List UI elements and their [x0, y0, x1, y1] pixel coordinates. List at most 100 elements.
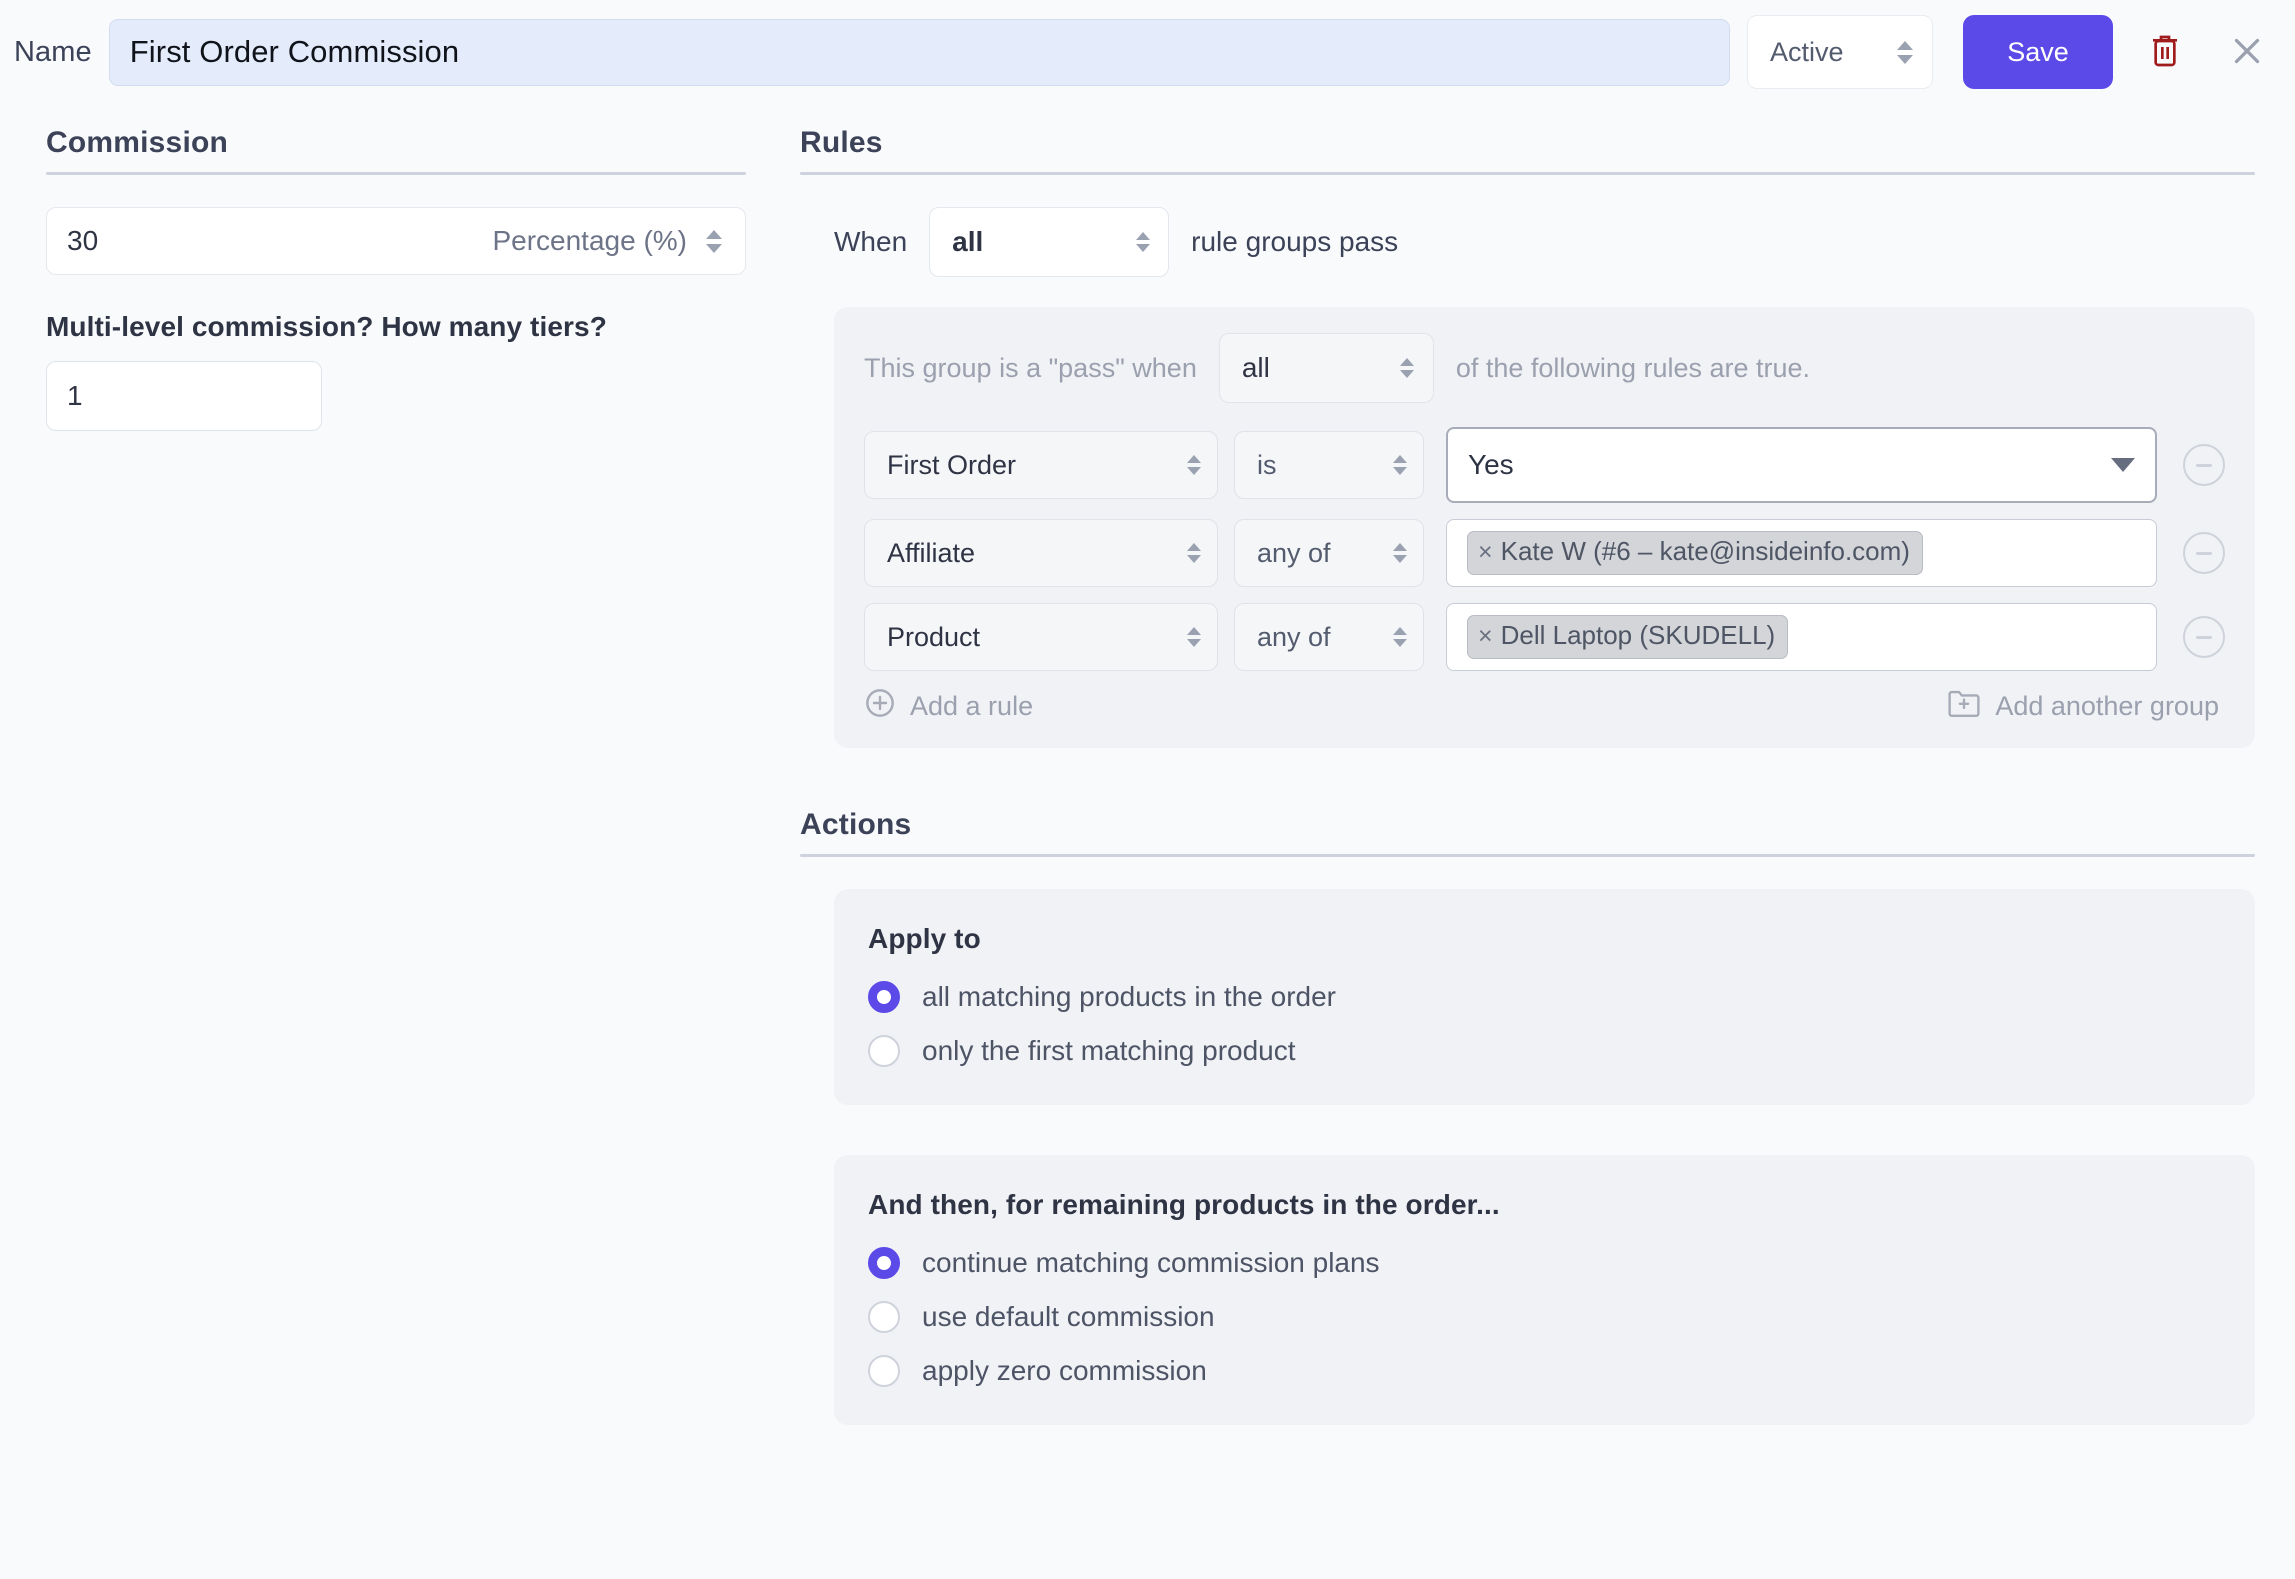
- radio-label: use default commission: [922, 1301, 1215, 1332]
- rule-value-dropdown[interactable]: Yes: [1446, 427, 2157, 503]
- radio-label: apply zero commission: [922, 1355, 1207, 1386]
- commission-unit-value: Percentage (%): [492, 225, 687, 256]
- remove-tag-icon[interactable]: ×: [1478, 622, 1493, 651]
- tiers-input[interactable]: 1: [46, 361, 322, 431]
- rule-value-tag-input[interactable]: × Kate W (#6 – kate@insideinfo.com): [1446, 519, 2157, 587]
- main-content: Commission 30 Percentage (%) Multi-level…: [0, 104, 2295, 1579]
- radio-icon: [868, 1301, 900, 1333]
- rule-group: This group is a "pass" when all of the f…: [834, 307, 2255, 748]
- rule-field-select[interactable]: First Order: [864, 431, 1218, 499]
- radio-icon: [868, 1247, 900, 1279]
- chevron-updown-icon: [1135, 228, 1150, 256]
- rule-field-value: First Order: [887, 449, 1017, 480]
- trash-icon: [2149, 32, 2181, 73]
- radio-label: all matching products in the order: [922, 981, 1336, 1012]
- group-match-select[interactable]: all: [1218, 333, 1434, 403]
- table-row: First Order is Yes: [864, 427, 2225, 503]
- radio-continue-matching[interactable]: continue matching commission plans: [868, 1247, 2221, 1279]
- radio-icon: [868, 1035, 900, 1067]
- delete-button[interactable]: [2143, 28, 2187, 76]
- chevron-updown-icon: [1392, 451, 1407, 479]
- rules-section-title: Rules: [800, 126, 883, 159]
- actions-section: Actions Apply to all matching products i…: [800, 808, 2255, 1425]
- chevron-updown-icon: [1392, 623, 1407, 651]
- minus-icon: [2196, 635, 2212, 639]
- tiers-label: Multi-level commission? How many tiers?: [46, 311, 607, 342]
- radio-label: only the first matching product: [922, 1035, 1296, 1066]
- radio-apply-all-matching[interactable]: all matching products in the order: [868, 981, 2221, 1013]
- rule-operator-value: is: [1257, 449, 1277, 480]
- chevron-down-icon: [2111, 458, 2135, 472]
- radio-use-default[interactable]: use default commission: [868, 1301, 2221, 1333]
- name-label: Name: [14, 35, 92, 68]
- remove-rule-button[interactable]: [2183, 444, 2225, 486]
- chevron-updown-icon: [1896, 36, 1914, 68]
- save-button[interactable]: Save: [1963, 15, 2113, 89]
- when-match-value: all: [952, 226, 984, 257]
- rule-value-text: Yes: [1468, 449, 1514, 480]
- commission-panel: Commission 30 Percentage (%) Multi-level…: [0, 104, 800, 1579]
- add-group-button[interactable]: Add another group: [1947, 688, 2219, 725]
- rule-group-header: This group is a "pass" when all of the f…: [864, 333, 2225, 403]
- actions-section-title: Actions: [800, 808, 912, 841]
- radio-apply-first-matching[interactable]: only the first matching product: [868, 1035, 2221, 1067]
- section-divider: [46, 172, 746, 175]
- commission-amount-field[interactable]: 30 Percentage (%): [46, 207, 746, 275]
- remaining-products-card: And then, for remaining products in the …: [834, 1155, 2255, 1425]
- group-trail-label: of the following rules are true.: [1455, 352, 1811, 383]
- when-match-select[interactable]: all: [929, 207, 1170, 277]
- rule-field-value: Product: [887, 621, 981, 652]
- commission-section-title: Commission: [46, 126, 229, 159]
- when-suffix-label: rule groups pass: [1191, 226, 1399, 257]
- remove-rule-button[interactable]: [2183, 532, 2225, 574]
- add-rule-button[interactable]: Add a rule: [864, 687, 1033, 726]
- commission-amount-value: 30: [67, 225, 99, 256]
- rule-operator-value: any of: [1257, 621, 1331, 652]
- chevron-updown-icon: [1400, 354, 1415, 382]
- selected-tag[interactable]: × Kate W (#6 – kate@insideinfo.com): [1467, 531, 1923, 575]
- rule-operator-value: any of: [1257, 537, 1331, 568]
- table-row: Affiliate any of × Kate W (#6 – kate@ins…: [864, 519, 2225, 587]
- minus-icon: [2196, 551, 2212, 555]
- status-select-value: Active: [1770, 36, 1844, 67]
- table-row: Product any of × Dell Laptop (SKUDELL): [864, 603, 2225, 671]
- add-group-label: Add another group: [1995, 691, 2219, 721]
- remove-tag-icon[interactable]: ×: [1478, 538, 1493, 567]
- section-divider: [800, 854, 2255, 857]
- header-toolbar: Name First Order Commission Active Save: [0, 0, 2295, 104]
- rule-operator-select[interactable]: any of: [1234, 603, 1424, 671]
- rules-actions-panel: Rules When all rule groups pass This gro…: [800, 104, 2295, 1579]
- radio-label: continue matching commission plans: [922, 1247, 1380, 1278]
- group-lead-label: This group is a "pass" when: [864, 352, 1197, 383]
- chevron-updown-icon: [1186, 623, 1201, 651]
- remaining-title: And then, for remaining products in the …: [868, 1189, 1500, 1220]
- rule-field-value: Affiliate: [887, 537, 976, 568]
- radio-icon: [868, 1355, 900, 1387]
- rule-operator-select[interactable]: is: [1234, 431, 1424, 499]
- when-row: When all rule groups pass: [800, 207, 2255, 277]
- chevron-updown-icon: [1186, 451, 1201, 479]
- close-icon: [2229, 33, 2265, 72]
- rule-value-tag-input[interactable]: × Dell Laptop (SKUDELL): [1446, 603, 2157, 671]
- rule-operator-select[interactable]: any of: [1234, 519, 1424, 587]
- remove-rule-button[interactable]: [2183, 616, 2225, 658]
- rule-field-select[interactable]: Product: [864, 603, 1218, 671]
- tag-label: Kate W (#6 – kate@insideinfo.com): [1500, 536, 1910, 567]
- folder-plus-icon: [1947, 688, 1995, 725]
- rule-group-footer: Add a rule Add another group: [864, 687, 2225, 726]
- plus-circle-icon: [864, 687, 910, 726]
- radio-apply-zero[interactable]: apply zero commission: [868, 1355, 2221, 1387]
- add-rule-label: Add a rule: [910, 691, 1034, 721]
- apply-to-title: Apply to: [868, 923, 981, 954]
- chevron-updown-icon[interactable]: [705, 225, 723, 257]
- selected-tag[interactable]: × Dell Laptop (SKUDELL): [1467, 615, 1789, 659]
- apply-to-card: Apply to all matching products in the or…: [834, 889, 2255, 1105]
- group-match-value: all: [1241, 352, 1270, 383]
- name-input[interactable]: First Order Commission: [108, 18, 1730, 86]
- rule-field-select[interactable]: Affiliate: [864, 519, 1218, 587]
- status-select[interactable]: Active: [1747, 15, 1933, 89]
- close-button[interactable]: [2225, 28, 2269, 76]
- section-divider: [800, 172, 2255, 175]
- chevron-updown-icon: [1186, 539, 1201, 567]
- when-prefix-label: When: [834, 226, 908, 257]
